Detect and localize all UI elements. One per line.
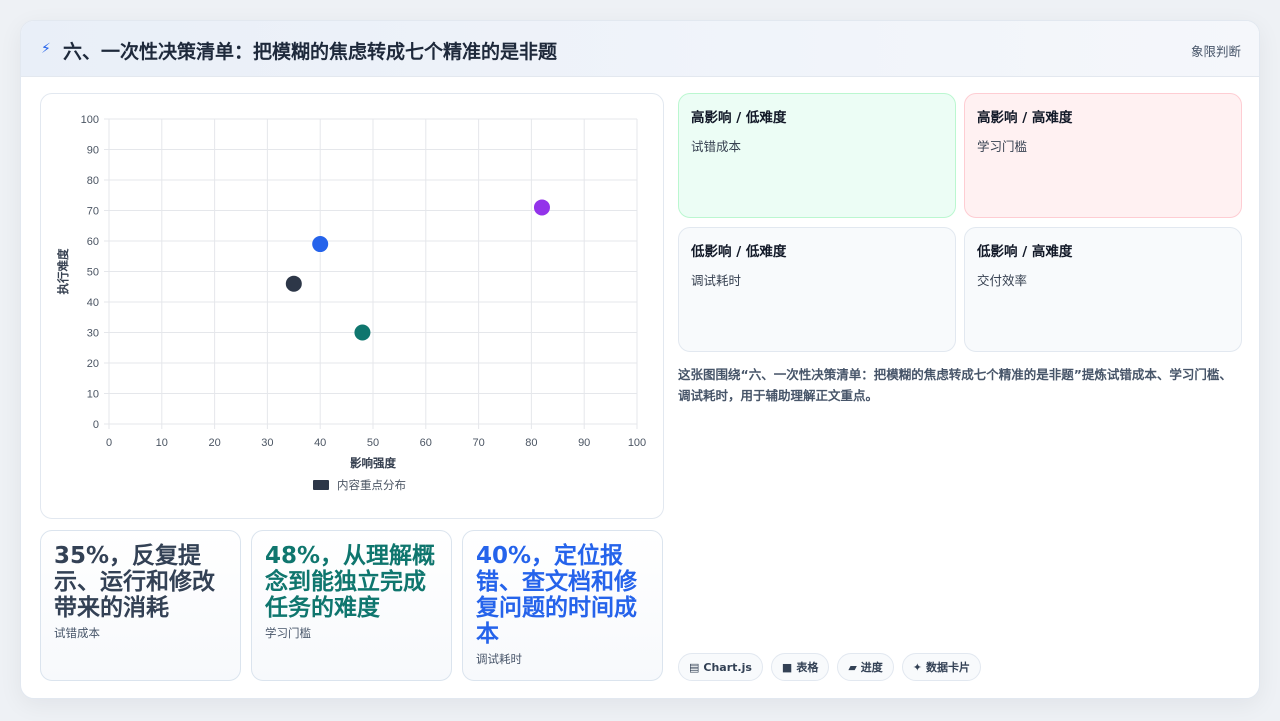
quadrant-item: 学习门槛: [977, 139, 1028, 154]
x-tick-label: 100: [628, 437, 646, 449]
stat-label: 调试耗时: [476, 652, 522, 666]
x-tick-label: 0: [106, 437, 112, 449]
quadrant-high-impact-low-difficulty: 高影响 / 低难度 试错成本: [678, 93, 956, 218]
progress-icon: ▰: [848, 660, 857, 674]
quadrant-high-impact-high-difficulty: 高影响 / 高难度 学习门槛: [964, 93, 1242, 218]
quadrant-title: 低影响 / 低难度: [691, 244, 787, 260]
x-tick-label: 60: [420, 437, 432, 449]
sparkle-icon: ✦: [912, 660, 923, 674]
stat-card-learning-barrier: 48%，从理解概念到能独立完成任务的难度 学习门槛: [251, 530, 452, 681]
section-title: 六、一次性决策清单：把模糊的焦虑转成七个精准的是非题: [63, 41, 558, 63]
chart-caption: 这张图围绕“六、一次性决策清单：把模糊的焦虑转成七个精准的是非题”提炼试错成本、…: [678, 367, 1232, 403]
stat-card-trial-cost: 35%，反复提示、运行和修改带来的消耗 试错成本: [40, 530, 241, 681]
y-tick-label: 40: [87, 297, 99, 309]
x-tick-label: 30: [261, 437, 273, 449]
y-tick-label: 20: [87, 358, 99, 370]
quadrant-low-impact-low-difficulty: 低影响 / 低难度 调试耗时: [678, 227, 956, 352]
y-tick-label: 30: [87, 328, 99, 340]
quadrant-title: 高影响 / 低难度: [691, 110, 787, 126]
quadrant-low-impact-high-difficulty: 低影响 / 高难度 交付效率: [964, 227, 1242, 352]
data-point: [285, 275, 302, 292]
x-tick-label: 50: [367, 437, 379, 449]
data-point: [312, 236, 329, 253]
stat-value: 35%，反复提示、运行和修改带来的消耗: [54, 543, 215, 621]
table-icon: ■: [781, 660, 793, 674]
quadrant-item: 调试耗时: [691, 273, 742, 288]
pill-table[interactable]: ■ 表格: [770, 653, 830, 681]
stat-card-debug-time: 40%，定位报错、查文档和修复问题的时间成本 调试耗时: [462, 530, 663, 681]
y-tick-label: 50: [87, 267, 99, 279]
scatter-chart: 0 10 20 30 40 50 60 70 80 90 100 0 10 20 30 40 50 60 70 80 9…: [40, 93, 664, 519]
quadrant-title: 高影响 / 高难度: [977, 110, 1073, 126]
stat-label: 学习门槛: [265, 626, 311, 640]
tag-pills: ▤ Chart.js ■ 表格 ▰ 进度 ✦ 数据卡片: [678, 653, 982, 681]
x-tick-label: 70: [472, 437, 484, 449]
header-tag: 象限判断: [1190, 44, 1241, 59]
pill-label: Chart.js: [703, 660, 752, 674]
pill-label: 数据卡片: [926, 661, 971, 674]
main-card: ⚡ 六、一次性决策清单：把模糊的焦虑转成七个精准的是非题 象限判断 0 10 20 3…: [20, 20, 1260, 699]
y-tick-label: 70: [87, 206, 99, 218]
section-header: ⚡ 六、一次性决策清单：把模糊的焦虑转成七个精准的是非题 象限判断: [21, 21, 1259, 77]
x-tick-label: 90: [578, 437, 590, 449]
bolt-icon: ⚡: [41, 41, 51, 57]
x-tick-label: 20: [208, 437, 220, 449]
chart-icon: ▤: [689, 660, 700, 674]
pill-label: 进度: [860, 661, 883, 674]
stat-value: 48%，从理解概念到能独立完成任务的难度: [265, 543, 436, 621]
chart-svg: 0 10 20 30 40 50 60 70 80 90 100 0 10 20 30 40 50 60 70 80 9…: [56, 114, 646, 492]
pill-data-card[interactable]: ✦ 数据卡片: [901, 653, 982, 681]
y-tick-label: 10: [87, 389, 99, 401]
pill-label: 表格: [796, 661, 819, 674]
y-tick-label: 80: [87, 175, 99, 187]
y-tick-label: 90: [87, 145, 99, 157]
legend-swatch: [313, 480, 329, 490]
pill-chartjs[interactable]: ▤ Chart.js: [678, 653, 763, 681]
x-tick-label: 40: [314, 437, 326, 449]
stat-value: 40%，定位报错、查文档和修复问题的时间成本: [476, 543, 637, 647]
quadrant-title: 低影响 / 高难度: [977, 244, 1073, 260]
data-point: [533, 199, 550, 216]
data-point: [354, 324, 371, 341]
x-tick-label: 80: [525, 437, 537, 449]
quadrant-item: 试错成本: [691, 139, 742, 154]
y-axis-label: 执行难度: [56, 248, 70, 294]
stat-label: 试错成本: [54, 626, 100, 640]
pill-progress[interactable]: ▰ 进度: [837, 653, 894, 681]
x-tick-label: 10: [156, 437, 168, 449]
quadrant-item: 交付效率: [977, 273, 1028, 288]
legend-label: 内容重点分布: [337, 478, 406, 492]
y-tick-label: 100: [81, 114, 99, 126]
y-tick-label: 60: [87, 236, 99, 248]
x-axis-label: 影响强度: [350, 456, 396, 470]
y-tick-label: 0: [93, 419, 99, 431]
